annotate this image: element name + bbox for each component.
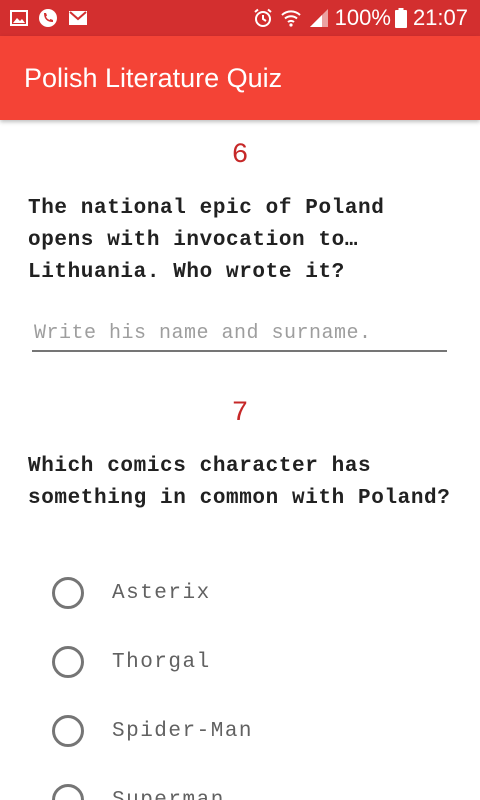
gmail-icon	[68, 10, 88, 26]
option-label: Spider-Man	[112, 719, 254, 743]
radio-button[interactable]	[52, 577, 84, 609]
app-title: Polish Literature Quiz	[24, 62, 283, 93]
answer-input[interactable]	[32, 316, 447, 352]
battery-level: 100%	[334, 5, 391, 30]
battery-icon	[394, 8, 407, 28]
question-number: 7	[231, 398, 249, 429]
notification-icons	[10, 8, 98, 28]
option-label: Asterix	[112, 581, 211, 605]
system-status: 100% 21:07	[245, 5, 468, 31]
option-label: Thorgal	[112, 650, 211, 674]
question-text: The national epic of Poland opens with i…	[28, 197, 385, 284]
alarm-icon	[253, 8, 273, 28]
image-icon	[10, 9, 28, 27]
option-spider-man[interactable]: Spider-Man	[52, 711, 253, 751]
option-asterix[interactable]: Asterix	[52, 573, 211, 613]
clock: 21:07	[412, 5, 468, 30]
question-number: 6	[231, 140, 249, 171]
app-bar: Polish Literature Quiz	[0, 36, 480, 120]
option-superman[interactable]: Superman	[52, 780, 225, 800]
radio-button[interactable]	[52, 646, 84, 678]
radio-button[interactable]	[52, 784, 84, 800]
wifi-icon	[280, 9, 301, 27]
signal-icon	[309, 8, 329, 28]
status-bar: 100% 21:07	[0, 0, 480, 36]
phone-icon	[38, 8, 58, 28]
radio-button[interactable]	[52, 715, 84, 747]
question-text: Which comics character has something in …	[28, 455, 451, 510]
quiz-content[interactable]: 6 The national epic of Poland opens with…	[0, 120, 480, 800]
option-thorgal[interactable]: Thorgal	[52, 642, 211, 682]
option-label: Superman	[112, 788, 225, 800]
